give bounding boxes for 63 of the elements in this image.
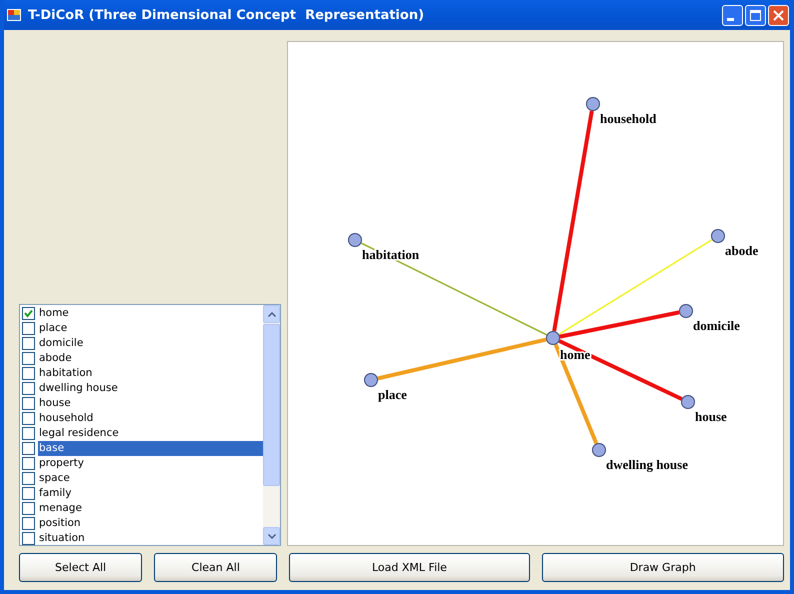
window-title: T-DiCoR (Three Dimensional Concept Representation) xyxy=(28,8,424,22)
action-button[interactable]: Select All xyxy=(19,553,142,582)
checkbox[interactable] xyxy=(22,487,35,500)
node-label: dwelling house xyxy=(606,457,688,472)
node-label: domicile xyxy=(693,318,740,333)
graph-node xyxy=(364,373,378,387)
checkbox[interactable] xyxy=(22,427,35,440)
checkbox[interactable] xyxy=(22,352,35,365)
graph-node xyxy=(711,229,725,243)
chevron-down-icon xyxy=(268,534,276,538)
maximize-icon xyxy=(750,10,761,20)
chevron-up-icon xyxy=(268,312,276,316)
maximize-button[interactable] xyxy=(745,4,766,26)
scroll-down-button[interactable] xyxy=(263,527,280,545)
checkbox[interactable] xyxy=(22,337,35,350)
graph-node xyxy=(348,233,362,247)
list-item[interactable]: space xyxy=(38,471,263,486)
minimize-icon xyxy=(727,18,734,20)
list-item[interactable]: family xyxy=(38,486,263,501)
node-label: household xyxy=(600,111,656,126)
list-item[interactable]: legal residence xyxy=(38,426,263,441)
list-item[interactable]: property xyxy=(38,456,263,471)
checkbox[interactable] xyxy=(22,382,35,395)
checkbox[interactable] xyxy=(22,457,35,470)
node-label: place xyxy=(378,387,407,402)
list-item[interactable]: domicile xyxy=(38,336,263,351)
action-button[interactable]: Clean All xyxy=(154,553,278,582)
list-item[interactable]: home xyxy=(38,306,263,321)
node-label: house xyxy=(695,409,727,424)
app-icon xyxy=(6,7,22,23)
graph-node xyxy=(681,395,695,409)
list-item[interactable]: house xyxy=(38,396,263,411)
checkbox[interactable] xyxy=(22,367,35,380)
graph-node xyxy=(546,331,560,345)
list-item[interactable]: abode xyxy=(38,351,263,366)
checkbox[interactable] xyxy=(22,322,35,335)
list-item[interactable]: place xyxy=(38,321,263,336)
list-item[interactable]: menage xyxy=(38,501,263,516)
checkbox[interactable] xyxy=(22,472,35,485)
list-item[interactable]: dwelling house xyxy=(38,381,263,396)
close-button[interactable] xyxy=(768,4,789,26)
checkbox[interactable] xyxy=(22,532,35,545)
action-button[interactable]: Draw Graph xyxy=(542,553,784,582)
list-item[interactable]: household xyxy=(38,411,263,426)
list-item[interactable]: situation xyxy=(38,531,263,546)
word-list[interactable]: home place domicile abode habitation dwelling house house household legal residence base property space family menage position situation xyxy=(19,304,281,546)
list-item[interactable]: habitation xyxy=(38,366,263,381)
list-item[interactable]: position xyxy=(38,516,263,531)
checkbox[interactable] xyxy=(22,517,35,530)
checkbox[interactable] xyxy=(22,412,35,425)
scroll-up-button[interactable] xyxy=(263,305,280,323)
action-button[interactable]: Load XML File xyxy=(289,553,530,582)
checkbox[interactable] xyxy=(22,502,35,515)
graph-node xyxy=(679,304,693,318)
graph-node xyxy=(592,443,606,457)
close-icon xyxy=(773,10,784,20)
minimize-button[interactable] xyxy=(722,4,743,26)
checkbox[interactable] xyxy=(22,397,35,410)
checkbox[interactable] xyxy=(22,442,35,455)
list-item[interactable]: base xyxy=(38,441,263,456)
node-label: abode xyxy=(725,243,758,258)
graph-node xyxy=(586,97,600,111)
checkbox[interactable] xyxy=(22,307,35,320)
